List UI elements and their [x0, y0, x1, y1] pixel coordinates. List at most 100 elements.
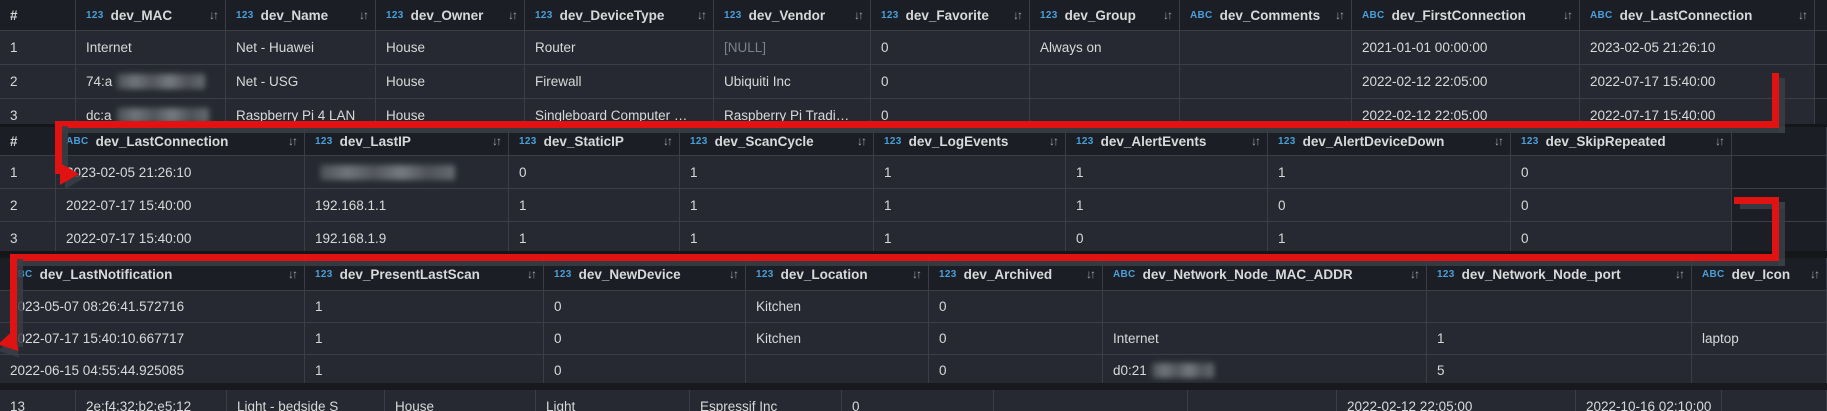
sort-icon[interactable]: ↓↑ — [1667, 267, 1683, 281]
sort-icon[interactable]: ↓↑ — [201, 8, 217, 22]
column-header-dev_NewDevice[interactable]: 123dev_NewDevice↓↑ — [544, 258, 746, 290]
sort-icon[interactable]: ↓↑ — [849, 134, 865, 148]
sort-icon[interactable]: ↓↑ — [500, 8, 516, 22]
cell-dev_NewDevice: 0 — [544, 291, 746, 322]
sort-icon[interactable]: ↓↑ — [519, 267, 535, 281]
sort-icon[interactable]: ↓↑ — [1155, 8, 1171, 22]
sort-icon[interactable]: ↓↑ — [1402, 267, 1418, 281]
sort-icon[interactable]: ↓↑ — [1486, 134, 1502, 148]
cell-dev_LastNotification: 2022-06-15 04:55:44.925085 — [0, 355, 305, 383]
sort-icon[interactable]: ↓↑ — [1707, 134, 1723, 148]
sort-icon[interactable]: ↓↑ — [1802, 267, 1818, 281]
sort-icon[interactable]: ↓↑ — [484, 134, 500, 148]
column-header-dev_LastConnection[interactable]: ABCdev_LastConnection↓↑ — [56, 127, 305, 155]
cell-value: [NULL] — [724, 40, 766, 55]
column-header-dev_Group[interactable]: 123dev_Group↓↑ — [1030, 0, 1180, 30]
cell-dev_LastIP — [305, 156, 509, 188]
column-header-dev_LogEvents[interactable]: 123dev_LogEvents↓↑ — [874, 127, 1066, 155]
cell-dev_AlertEvents: 1 — [1066, 156, 1268, 188]
table-view-devices: #123dev_MAC↓↑123dev_Name↓↑123dev_Owner↓↑… — [0, 0, 1827, 124]
cell-value: 1 — [10, 40, 18, 55]
sort-icon[interactable]: ↓↑ — [904, 267, 920, 281]
string-field-type-icon: ABC — [1190, 10, 1213, 21]
cell-value: Router — [535, 40, 576, 55]
column-header-dev_StaticIP[interactable]: 123dev_StaticIP↓↑ — [509, 127, 680, 155]
column-header-dev_Location[interactable]: 123dev_Location↓↑ — [746, 258, 929, 290]
cell-#: 2 — [0, 65, 76, 98]
sort-icon[interactable]: ↓↑ — [1327, 8, 1343, 22]
column-header-dev_FirstConnection[interactable]: ABCdev_FirstConnection↓↑ — [1352, 0, 1580, 30]
number-field-type-icon: 123 — [1278, 136, 1296, 147]
cell-dev_Comments — [1180, 31, 1352, 64]
cell-value: 0 — [1521, 198, 1529, 213]
cell — [1722, 390, 1827, 411]
table-row: 132e:f4:32:b2:e5:12Light - bedside SHous… — [0, 390, 1827, 411]
sort-icon[interactable]: ↓↑ — [721, 267, 737, 281]
cell-value: 1 — [1437, 331, 1445, 346]
column-header-dev_Network_Node_MAC_ADDR[interactable]: ABCdev_Network_Node_MAC_ADDR↓↑ — [1103, 258, 1427, 290]
column-header-dev_LastNotification[interactable]: ABCdev_LastNotification↓↑ — [0, 258, 305, 290]
column-header-dev_LastConnection[interactable]: ABCdev_LastConnection↓↑ — [1580, 0, 1815, 30]
column-header-dev_SkipRepeated[interactable]: 123dev_SkipRepeated↓↑ — [1511, 127, 1732, 155]
column-header-dev_MAC[interactable]: 123dev_MAC↓↑ — [76, 0, 226, 30]
sort-icon[interactable]: ↓↑ — [1041, 134, 1057, 148]
cell-dev_SkipRepeated: 0 — [1511, 189, 1732, 221]
number-field-type-icon: 123 — [315, 269, 333, 280]
sort-icon[interactable]: ↓↑ — [689, 8, 705, 22]
cell-dev_Archived: 0 — [929, 323, 1103, 354]
cell-value: 0 — [852, 399, 860, 411]
sort-icon[interactable]: ↓↑ — [1243, 134, 1259, 148]
sort-icon[interactable]: ↓↑ — [1005, 8, 1021, 22]
sort-icon[interactable]: ↓↑ — [1790, 8, 1806, 22]
column-label: dev_AlertDeviceDown — [1303, 134, 1445, 149]
number-field-type-icon: 123 — [881, 10, 899, 21]
column-header-dev_Archived[interactable]: 123dev_Archived↓↑ — [929, 258, 1103, 290]
column-header-dev_Favorite[interactable]: 123dev_Favorite↓↑ — [871, 0, 1030, 30]
column-header-dev_Comments[interactable]: ABCdev_Comments↓↑ — [1180, 0, 1352, 30]
cell: House — [385, 390, 536, 411]
number-field-type-icon: 123 — [535, 10, 553, 21]
cell-value: 1 — [690, 198, 698, 213]
cell: 2e:f4:32:b2:e5:12 — [76, 390, 227, 411]
sort-icon[interactable]: ↓↑ — [846, 8, 862, 22]
sort-icon[interactable]: ↓↑ — [351, 8, 367, 22]
cell-dev_LogEvents: 1 — [874, 222, 1066, 251]
cell-dev_DeviceType: Router — [525, 31, 714, 64]
cell-#: 2 — [0, 189, 56, 221]
cell: Light - bedside S — [227, 390, 385, 411]
cell-value: 2023-02-05 21:26:10 — [1590, 40, 1715, 55]
sort-icon[interactable]: ↓↑ — [1078, 267, 1094, 281]
cell-dev_LogEvents: 1 — [874, 156, 1066, 188]
cell — [1815, 65, 1827, 98]
cell-value: Internet — [1113, 331, 1159, 346]
column-header-dev_PresentLastScan[interactable]: 123dev_PresentLastScan↓↑ — [305, 258, 544, 290]
sort-icon[interactable]: ↓↑ — [1555, 8, 1571, 22]
column-header-dev_Vendor[interactable]: 123dev_Vendor↓↑ — [714, 0, 871, 30]
column-header-dev_DeviceType[interactable]: 123dev_DeviceType↓↑ — [525, 0, 714, 30]
number-field-type-icon: 123 — [756, 269, 774, 280]
column-header-dev_Name[interactable]: 123dev_Name↓↑ — [226, 0, 376, 30]
column-header-dev_Icon[interactable]: ABCdev_Icon↓↑ — [1692, 258, 1827, 290]
column-header-dev_Owner[interactable]: 123dev_Owner↓↑ — [376, 0, 525, 30]
column-header-dev_Network_Node_port[interactable]: 123dev_Network_Node_port↓↑ — [1427, 258, 1692, 290]
cell-value: 192.168.1.1 — [315, 198, 386, 213]
cell-value: Ubiquiti Inc — [724, 74, 791, 89]
table-row: 274:aNet - USGHouseFirewallUbiquiti Inc0… — [0, 65, 1827, 99]
cell-value: Always on — [1040, 40, 1102, 55]
column-header-dev_AlertDeviceDown[interactable]: 123 dev_AlertDeviceDown ↓↑ — [1268, 127, 1511, 155]
cell-dev_NewDevice: 0 — [544, 323, 746, 354]
cell-dev_Vendor: [NULL] — [714, 31, 871, 64]
cell-value: Light — [546, 399, 575, 411]
sort-icon[interactable]: ↓↑ — [655, 134, 671, 148]
sort-icon[interactable]: ↓↑ — [280, 267, 296, 281]
cell-value: House — [395, 399, 434, 411]
cell-value: 2e:f4:32:b2:e5:12 — [86, 399, 191, 411]
column-header-dev_LastIP[interactable]: 123dev_LastIP↓↑ — [305, 127, 509, 155]
cell — [1732, 156, 1827, 188]
column-label: dev_LogEvents — [909, 134, 1009, 149]
column-header-dev_AlertEvents[interactable]: 123dev_AlertEvents↓↑ — [1066, 127, 1268, 155]
annotation-arrow1-arrowhead-icon — [60, 163, 79, 185]
column-header-dev_ScanCycle[interactable]: 123dev_ScanCycle↓↑ — [680, 127, 874, 155]
column-label: dev_LastConnection — [1620, 8, 1753, 23]
sort-icon[interactable]: ↓↑ — [280, 134, 296, 148]
